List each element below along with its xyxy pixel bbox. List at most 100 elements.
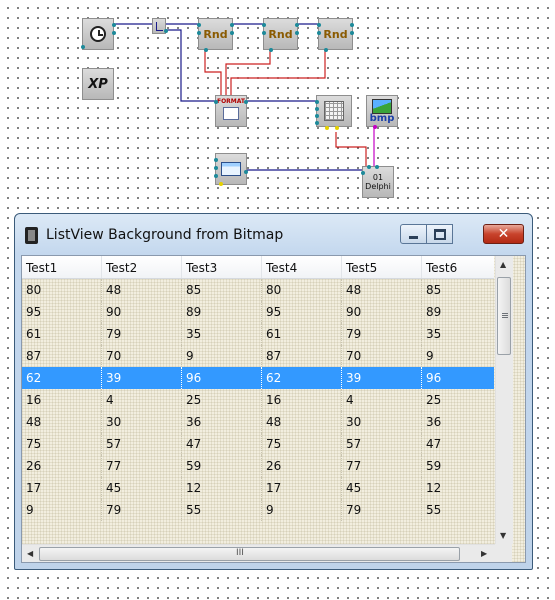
scrollbar-corner xyxy=(495,544,512,562)
rnd-component-2[interactable]: Rnd xyxy=(262,18,299,52)
table-row[interactable]: 48 30 36 48 30 36 xyxy=(22,411,502,433)
list-header: Test1 Test2 Test3 Test4 Test5 Test6 xyxy=(22,256,502,279)
table-cell: 4 xyxy=(342,389,422,411)
table-row[interactable]: 75 57 47 75 57 47 xyxy=(22,433,502,455)
xp-label: XP xyxy=(88,76,108,92)
bitmap-component[interactable]: bmp xyxy=(366,95,398,129)
timer-component[interactable] xyxy=(81,18,116,50)
title-bar[interactable]: ListView Background from Bitmap ✕ xyxy=(15,214,532,250)
table-row[interactable]: 16 4 25 16 4 25 xyxy=(22,389,502,411)
table-row[interactable]: 61 79 35 61 79 35 xyxy=(22,323,502,345)
document-icon xyxy=(223,107,239,120)
table-cell: 9 xyxy=(22,499,102,521)
table-cell: 25 xyxy=(182,389,262,411)
table-cell: 17 xyxy=(262,477,342,499)
table-cell: 48 xyxy=(342,279,422,301)
table-cell: 75 xyxy=(22,433,102,455)
table-cell: 87 xyxy=(22,345,102,367)
table-cell: 39 xyxy=(342,367,422,389)
table-row[interactable]: 17 45 12 17 45 12 xyxy=(22,477,502,499)
table-row[interactable]: 80 48 85 80 48 85 xyxy=(22,279,502,301)
rnd-label: Rnd xyxy=(323,27,348,41)
table-cell: 62 xyxy=(22,367,102,389)
table-cell: 61 xyxy=(262,323,342,345)
delphi-label: Delphi xyxy=(365,182,391,191)
table-cell: 95 xyxy=(262,301,342,323)
bmp-label: bmp xyxy=(369,112,395,124)
hub-icon xyxy=(155,21,163,31)
xp-manifest-component[interactable]: XP xyxy=(82,68,114,100)
hub-component[interactable] xyxy=(152,18,168,34)
picture-icon xyxy=(372,98,392,114)
wire-rnd2-to-format xyxy=(225,50,271,96)
table-cell: 59 xyxy=(182,455,262,477)
table-cell: 77 xyxy=(342,455,422,477)
main-form-component[interactable] xyxy=(214,153,248,186)
scroll-right-icon[interactable]: ▶ xyxy=(481,550,487,558)
table-cell: 48 xyxy=(262,411,342,433)
table-cell: 17 xyxy=(22,477,102,499)
wire-grid-to-delphi xyxy=(335,132,367,166)
clock-icon xyxy=(90,26,106,42)
table-cell: 85 xyxy=(422,279,502,301)
column-header[interactable]: Test2 xyxy=(102,256,182,278)
table-cell: 9 xyxy=(262,499,342,521)
listview-component[interactable] xyxy=(315,95,352,130)
table-cell: 55 xyxy=(182,499,262,521)
delphi-component[interactable]: 01 Delphi xyxy=(361,165,394,198)
table-cell: 48 xyxy=(22,411,102,433)
table-cell: 26 xyxy=(262,455,342,477)
minimize-icon xyxy=(409,235,418,239)
rnd-component-1[interactable]: Rnd xyxy=(197,18,234,52)
column-header[interactable]: Test4 xyxy=(262,256,342,278)
app-icon xyxy=(25,227,38,244)
format-label: FORMAT xyxy=(216,98,246,105)
table-cell: 79 xyxy=(342,499,422,521)
table-cell: 59 xyxy=(422,455,502,477)
table-cell: 57 xyxy=(102,433,182,455)
table-cell: 12 xyxy=(422,477,502,499)
table-row[interactable]: 62 39 96 62 39 96 xyxy=(22,367,502,389)
column-header[interactable]: Test1 xyxy=(22,256,102,278)
maximize-button[interactable] xyxy=(426,224,453,244)
list-view[interactable]: Test1 Test2 Test3 Test4 Test5 Test6 80 48 85 80 4… xyxy=(21,255,526,563)
wire-rnd1-to-format xyxy=(204,50,222,96)
table-cell: 80 xyxy=(262,279,342,301)
table-cell: 30 xyxy=(342,411,422,433)
table-cell: 87 xyxy=(262,345,342,367)
wire-rnd3-to-format xyxy=(230,50,326,96)
scroll-grip: III xyxy=(236,548,244,558)
scroll-left-icon[interactable]: ◀ xyxy=(27,550,33,558)
table-cell: 96 xyxy=(422,367,502,389)
table-cell: 25 xyxy=(422,389,502,411)
table-row[interactable]: 9 79 55 9 79 55 xyxy=(22,499,502,521)
column-header[interactable]: Test6 xyxy=(422,256,502,278)
scroll-down-icon[interactable]: ▼ xyxy=(500,532,506,540)
listview-window: ListView Background from Bitmap ✕ Test1 T… xyxy=(14,213,533,570)
maximize-icon xyxy=(433,228,446,240)
table-cell: 47 xyxy=(422,433,502,455)
table-cell: 89 xyxy=(182,301,262,323)
list-body: 80 48 85 80 48 85 95 90 89 95 90 89 61 79 35 61 79 35 87 70… xyxy=(22,279,502,521)
minimize-button[interactable] xyxy=(400,224,427,244)
table-cell: 36 xyxy=(422,411,502,433)
rnd-component-3[interactable]: Rnd xyxy=(317,18,354,52)
close-button[interactable]: ✕ xyxy=(483,224,524,244)
vertical-scroll-thumb[interactable] xyxy=(497,277,511,355)
delphi-counter: 01 xyxy=(372,173,384,182)
table-cell: 16 xyxy=(22,389,102,411)
table-row[interactable]: 26 77 59 26 77 59 xyxy=(22,455,502,477)
table-cell: 35 xyxy=(182,323,262,345)
table-row[interactable]: 95 90 89 95 90 89 xyxy=(22,301,502,323)
horizontal-scroll-thumb[interactable]: III xyxy=(39,547,460,561)
column-header[interactable]: Test5 xyxy=(342,256,422,278)
scroll-up-icon[interactable]: ▲ xyxy=(500,261,506,269)
table-cell: 57 xyxy=(342,433,422,455)
column-header[interactable]: Test3 xyxy=(182,256,262,278)
table-cell: 48 xyxy=(102,279,182,301)
format-component[interactable]: FORMAT xyxy=(214,95,248,127)
table-cell: 55 xyxy=(422,499,502,521)
table-row[interactable]: 87 70 9 87 70 9 xyxy=(22,345,502,367)
horizontal-scrollbar[interactable]: ◀ III ▶ xyxy=(22,544,495,562)
vertical-scrollbar[interactable]: ▲ ▼ xyxy=(495,256,513,544)
